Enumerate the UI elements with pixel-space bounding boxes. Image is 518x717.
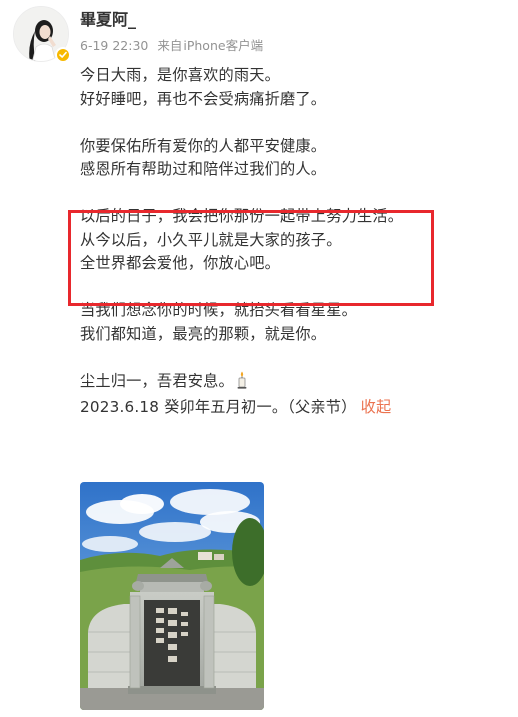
text-line: 尘土归一，吾君安息。 [80, 370, 500, 397]
paragraph: 当我们想念你的时候，就抬头看看星星。 我们都知道，最亮的那颗，就是你。 [80, 299, 500, 346]
text-line: 我们都知道，最亮的那颗，就是你。 [80, 324, 327, 343]
closing-paragraph: 尘土归一，吾君安息。 2023.6.18 癸卯年五月初一。（父亲节） 收起 [80, 370, 500, 420]
text-line: 好好睡吧，再也不会受病痛折磨了。 [80, 89, 327, 108]
post-time[interactable]: 6-19 22:30 [80, 38, 148, 53]
text-line: 你要保佑所有爱你的人都平安健康。 [80, 136, 327, 155]
highlighted-paragraph: 以后的日子，我会把你那份一起带上努力生活。 从今以后，小久平儿就是大家的孩子。 … [80, 205, 500, 276]
tombstone-photo [80, 482, 264, 710]
post-text: 今日大雨，是你喜欢的雨天。 好好睡吧，再也不会受病痛折磨了。 你要保佑所有爱你的… [80, 64, 500, 420]
text-line: 今日大雨，是你喜欢的雨天。 [80, 66, 281, 84]
post-source: iPhone客户端 [183, 38, 264, 53]
text-line: 从今以后，小久平儿就是大家的孩子。 [80, 230, 342, 249]
text-line: 当我们想念你的时候，就抬头看看星星。 [80, 301, 357, 319]
closing-line: 尘土归一，吾君安息。 [80, 371, 234, 390]
collapse-link[interactable]: 收起 [361, 398, 392, 416]
author-name[interactable]: 畢夏阿_ [80, 10, 136, 30]
paragraph: 今日大雨，是你喜欢的雨天。 好好睡吧，再也不会受病痛折磨了。 [80, 64, 500, 111]
paragraph: 你要保佑所有爱你的人都平安健康。 感恩所有帮助过和陪伴过我们的人。 [80, 135, 500, 182]
candle-icon [236, 371, 248, 397]
post-meta: 6-19 22:30 来自iPhone客户端 [80, 37, 268, 55]
text-line: 全世界都会爱他，你放心吧。 [80, 254, 281, 272]
source-prefix: 来自 [157, 38, 183, 53]
text-line: 2023.6.18 癸卯年五月初一。（父亲节） 收起 [80, 396, 500, 420]
weibo-post: 畢夏阿_ 6-19 22:30 来自iPhone客户端 今日大雨，是你喜欢的雨天… [0, 0, 518, 717]
verified-badge-icon [55, 47, 71, 63]
text-line: 以后的日子，我会把你那份一起带上努力生活。 [80, 207, 404, 225]
post-image[interactable] [80, 482, 264, 710]
text-line: 感恩所有帮助过和陪伴过我们的人。 [80, 160, 327, 178]
avatar[interactable] [13, 6, 71, 63]
date-line: 2023.6.18 癸卯年五月初一。（父亲节） [80, 398, 357, 416]
